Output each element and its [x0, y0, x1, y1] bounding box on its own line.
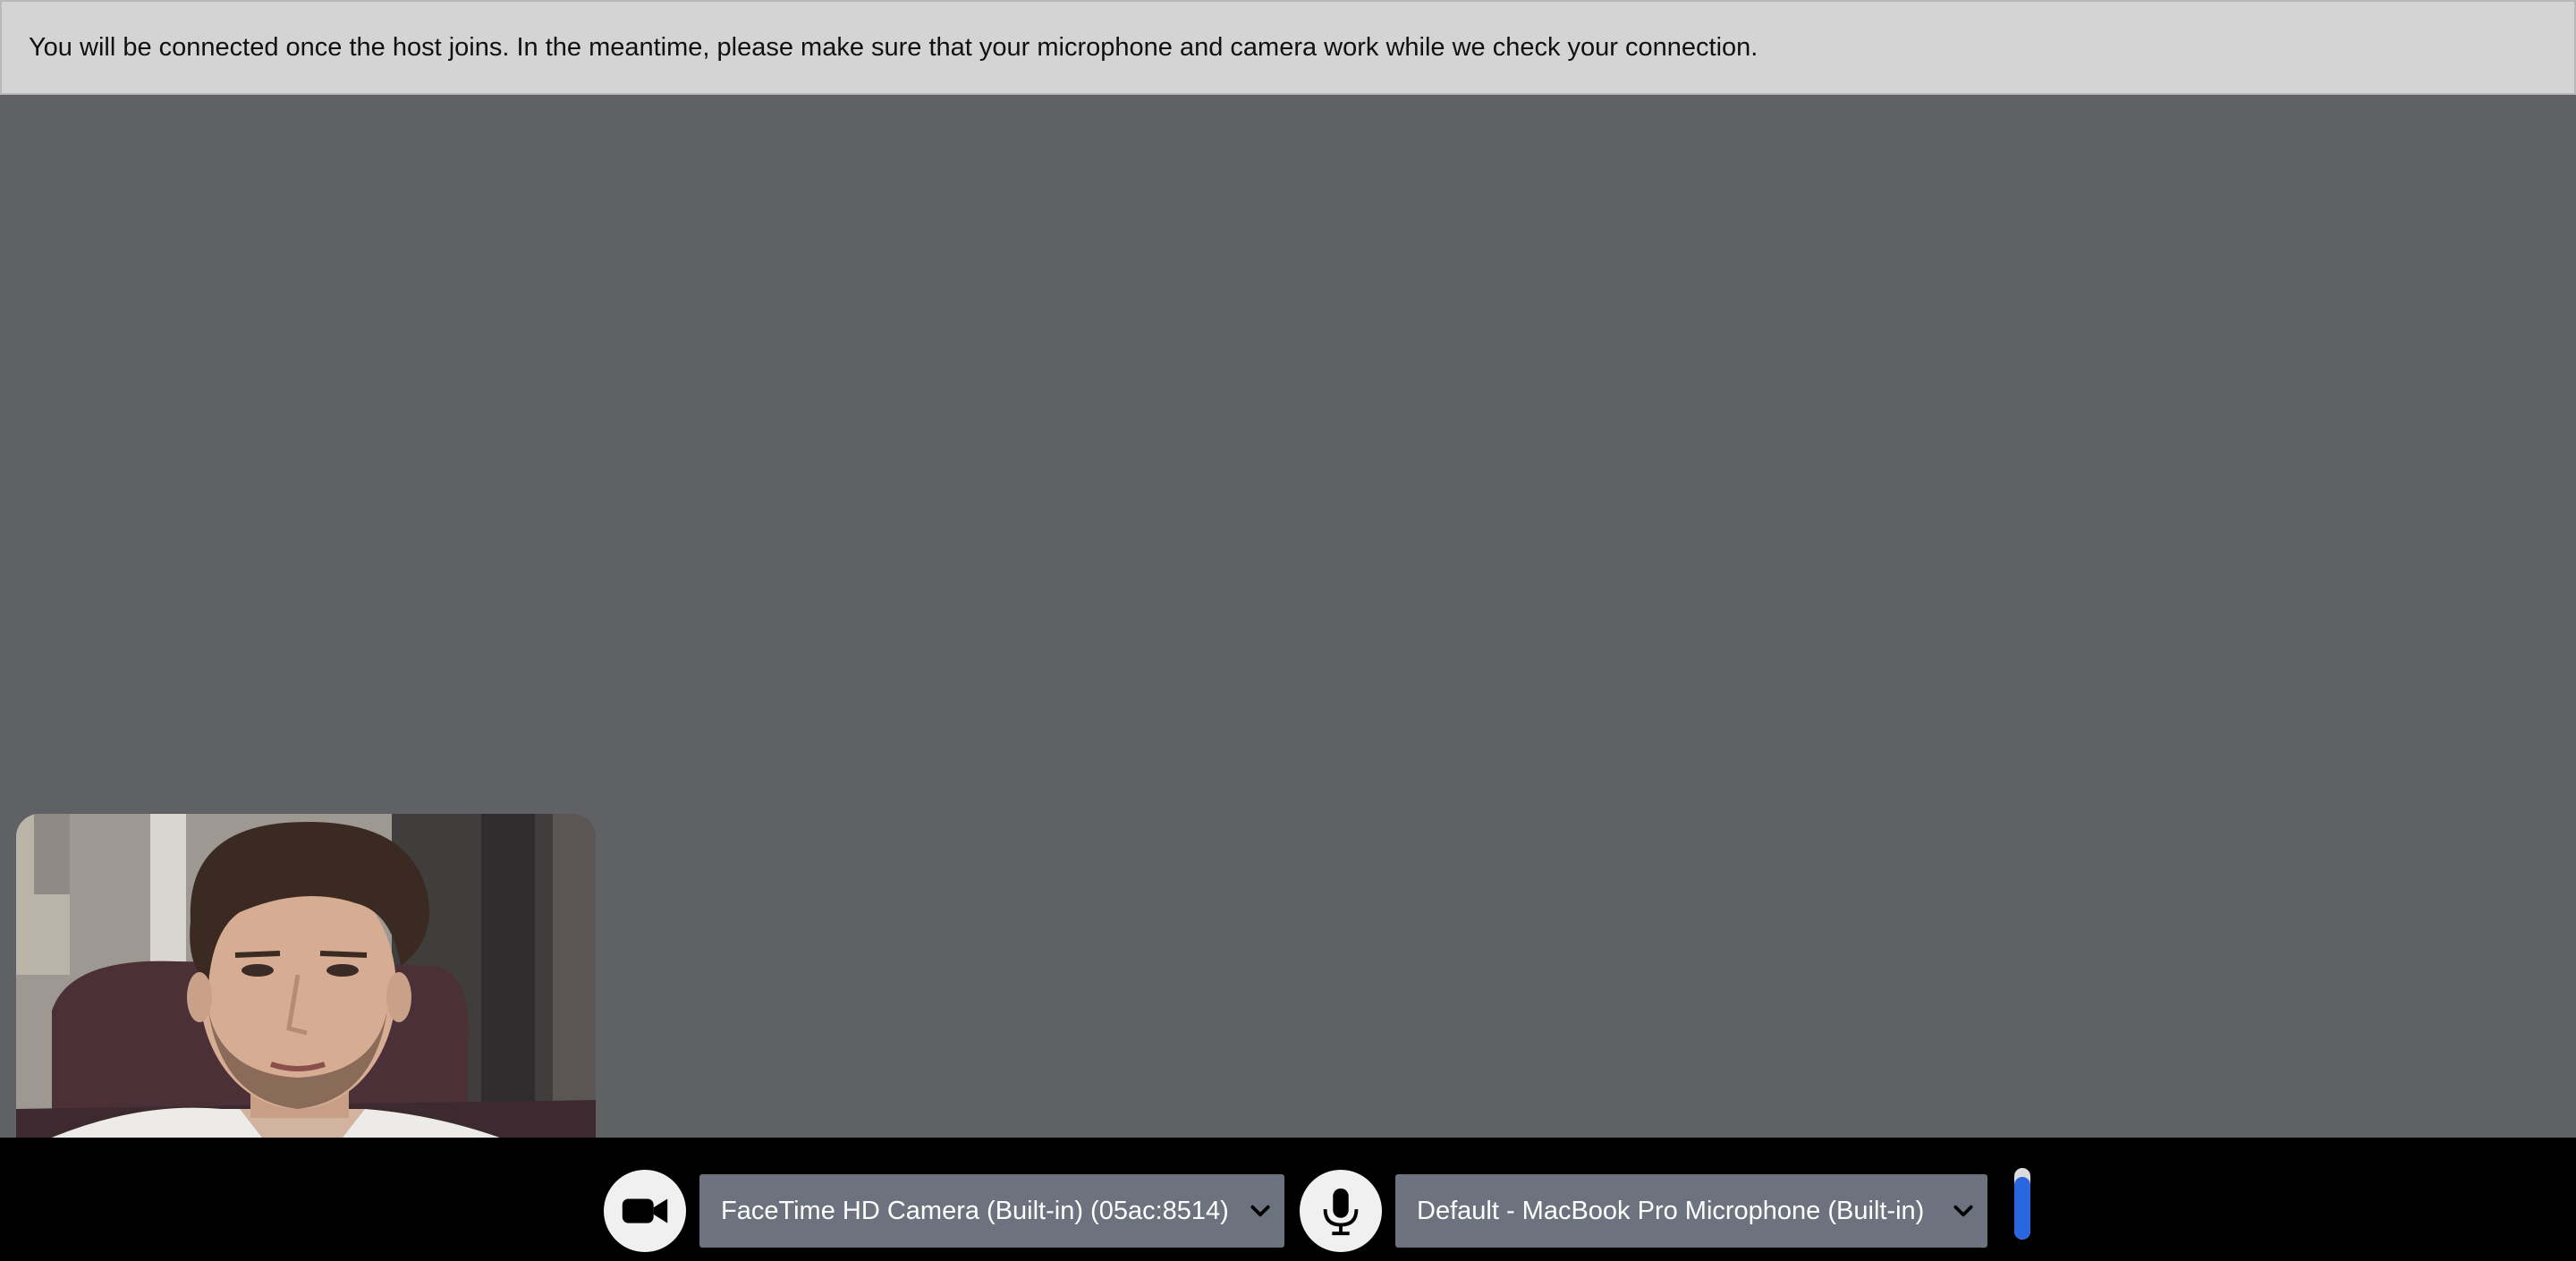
connection-notice-text: You will be connected once the host join… [29, 32, 1758, 62]
video-stage [0, 95, 2576, 1200]
video-camera-icon [622, 1198, 668, 1223]
microphone-device-select[interactable]: Default - MacBook Pro Microphone (Built-… [1395, 1174, 1987, 1248]
waiting-room: You will be connected once the host join… [0, 0, 2576, 1261]
chevron-down-icon [1953, 1205, 1973, 1217]
microphone-level-fill [2014, 1176, 2030, 1240]
camera-device-select[interactable]: FaceTime HD Camera (Built-in) (05ac:8514… [699, 1174, 1284, 1248]
microphone-level-meter [2014, 1168, 2030, 1240]
microphone-toggle-button[interactable] [1300, 1170, 1382, 1252]
device-control-bar: FaceTime HD Camera (Built-in) (05ac:8514… [0, 1138, 2576, 1261]
connection-notice-bar: You will be connected once the host join… [0, 0, 2576, 95]
chevron-down-icon [1250, 1205, 1270, 1217]
microphone-icon [1323, 1188, 1359, 1236]
microphone-device-value: Default - MacBook Pro Microphone (Built-… [1417, 1196, 1925, 1225]
camera-device-value: FaceTime HD Camera (Built-in) (05ac:8514… [721, 1196, 1229, 1225]
camera-toggle-button[interactable] [604, 1170, 686, 1252]
